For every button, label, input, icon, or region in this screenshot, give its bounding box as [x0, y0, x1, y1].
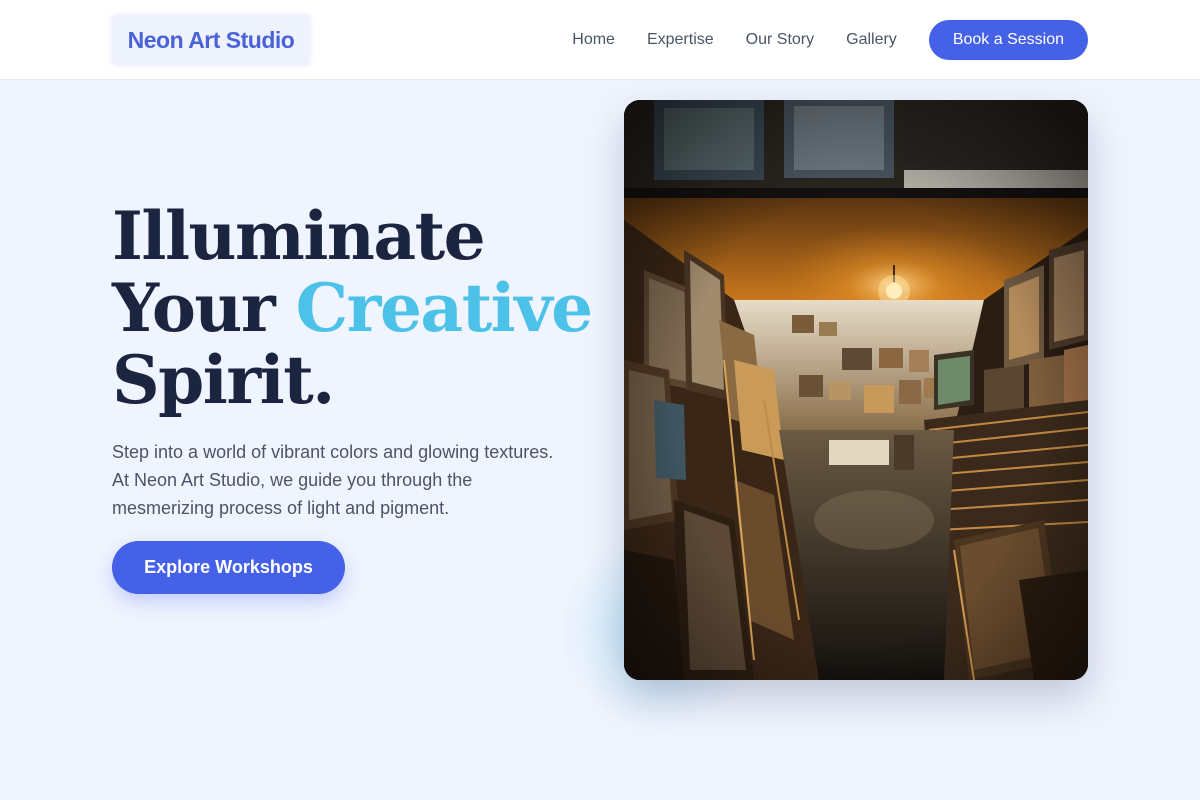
art-gallery-corridor-photo — [624, 100, 1088, 680]
hero-headline: Illuminate Your Creative Spirit. — [112, 200, 632, 416]
site-header: Neon Art Studio Home Expertise Our Story… — [0, 0, 1200, 80]
nav-link-our-story[interactable]: Our Story — [746, 31, 814, 49]
logo[interactable]: Neon Art Studio — [112, 15, 310, 65]
nav-link-home[interactable]: Home — [572, 31, 615, 49]
headline-line-1: Illuminate — [112, 197, 486, 275]
explore-workshops-button[interactable]: Explore Workshops — [112, 541, 345, 594]
headline-line-3: Spirit. — [112, 341, 335, 419]
book-session-button[interactable]: Book a Session — [928, 20, 1088, 60]
headline-line-2: Your — [112, 269, 296, 347]
hero-image — [624, 100, 1088, 680]
nav-link-expertise[interactable]: Expertise — [647, 31, 714, 49]
headline-accent-word: Creative — [295, 269, 593, 347]
main-nav: Home Expertise Our Story Gallery Book a … — [572, 20, 1088, 60]
nav-link-gallery[interactable]: Gallery — [846, 31, 897, 49]
hero-lead-text: Step into a world of vibrant colors and … — [112, 442, 554, 518]
